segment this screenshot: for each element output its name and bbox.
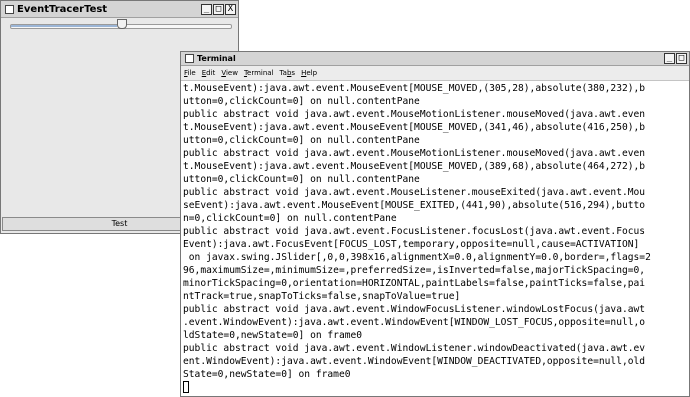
terminal-line: t.MouseEvent):java.awt.event.MouseEvent[… xyxy=(183,161,646,172)
terminal-line: t.MouseEvent):java.awt.event.MouseEvent[… xyxy=(183,83,646,94)
terminal-line: minorTickSpacing=0,orientation=HORIZONTA… xyxy=(183,278,646,289)
terminal-line: State=0,newState=0] on frame0 xyxy=(183,369,351,380)
terminal-line: t.MouseEvent):java.awt.event.MouseEvent[… xyxy=(183,122,646,133)
terminal-line: utton=0,clickCount=0] on null.contentPan… xyxy=(183,96,420,107)
menu-help[interactable]: Help xyxy=(301,69,317,77)
terminal-line: ldState=0,newState=0] on frame0 xyxy=(183,330,363,341)
maximize-button[interactable]: □ xyxy=(213,3,224,15)
close-button[interactable]: X xyxy=(225,3,236,15)
event-tracer-title: EventTracerTest xyxy=(17,3,108,15)
window-menu-icon[interactable] xyxy=(5,4,14,14)
terminal-menubar: File Edit View Terminal Tabs Help xyxy=(181,66,689,81)
terminal-line: public abstract void java.awt.event.Mous… xyxy=(183,148,646,159)
terminal-line: public abstract void java.awt.event.Wind… xyxy=(183,304,646,315)
terminal-window-menu-icon[interactable] xyxy=(185,54,194,63)
terminal-line: n=0,clickCount=0] on null.contentPane xyxy=(183,213,397,224)
slider-thumb[interactable] xyxy=(117,19,127,29)
terminal-minimize-button[interactable]: _ xyxy=(664,53,675,64)
terminal-line: 96,maximumSize=,minimumSize=,preferredSi… xyxy=(183,265,646,276)
terminal-maximize-button[interactable]: □ xyxy=(676,53,687,64)
menu-terminal[interactable]: Terminal xyxy=(244,69,274,77)
terminal-output[interactable]: t.MouseEvent):java.awt.event.MouseEvent[… xyxy=(181,81,689,394)
terminal-line: seEvent):java.awt.event.MouseEvent[MOUSE… xyxy=(183,200,646,211)
terminal-titlebar[interactable]: Terminal _ □ xyxy=(181,52,689,66)
terminal-line: public abstract void java.awt.event.Wind… xyxy=(183,343,646,354)
menu-edit[interactable]: Edit xyxy=(202,69,216,77)
terminal-title: Terminal xyxy=(197,54,236,63)
terminal-cursor xyxy=(183,381,189,393)
terminal-line: public abstract void java.awt.event.Mous… xyxy=(183,109,646,120)
menu-file[interactable]: File xyxy=(184,69,196,77)
terminal-line: ent.WindowEvent):java.awt.event.WindowEv… xyxy=(183,356,646,367)
terminal-line: ntTrack=true,snapToTicks=false,snapToVal… xyxy=(183,291,461,302)
terminal-line: Event):java.awt.FocusEvent[FOCUS_LOST,te… xyxy=(183,239,640,250)
terminal-line: on javax.swing.JSlider[,0,0,398x16,align… xyxy=(183,252,651,263)
slider-fill xyxy=(11,25,117,27)
terminal-line: public abstract void java.awt.event.Mous… xyxy=(183,187,646,198)
terminal-window: Terminal _ □ File Edit View Terminal Tabs Hel… xyxy=(180,51,690,397)
value-slider[interactable] xyxy=(10,19,232,29)
terminal-line: public abstract void java.awt.event.Focu… xyxy=(183,226,646,237)
menu-view[interactable]: View xyxy=(221,69,238,77)
terminal-prompt-line[interactable] xyxy=(183,381,689,394)
terminal-line: .event.WindowEvent):java.awt.event.Windo… xyxy=(183,317,646,328)
event-tracer-titlebar[interactable]: EventTracerTest _ □ X xyxy=(1,1,238,18)
menu-tabs[interactable]: Tabs xyxy=(280,69,296,77)
minimize-button[interactable]: _ xyxy=(201,3,212,15)
terminal-line: utton=0,clickCount=0] on null.contentPan… xyxy=(183,135,420,146)
terminal-line: utton=0,clickCount=0] on null.contentPan… xyxy=(183,174,420,185)
